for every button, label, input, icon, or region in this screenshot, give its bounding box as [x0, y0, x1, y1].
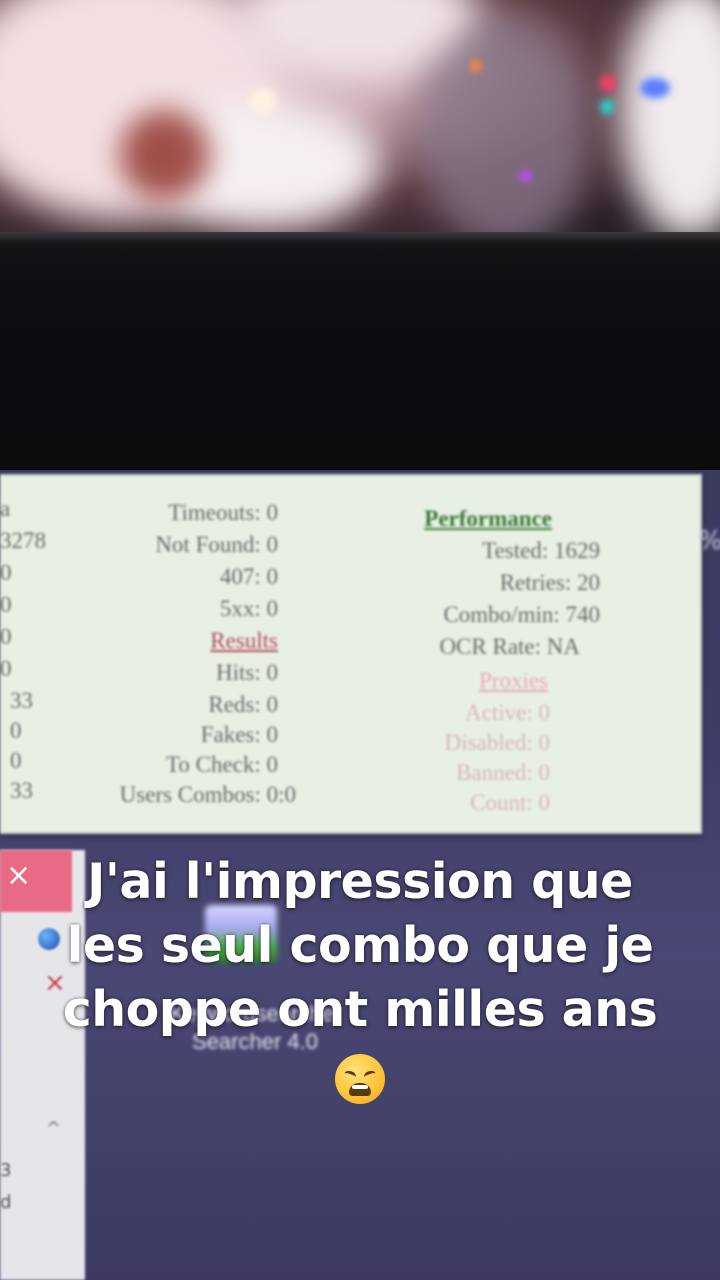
- caption-line: J'ai l'impression que: [87, 853, 633, 910]
- status-407-stat: 407: 0: [219, 564, 278, 589]
- left-value: 0: [10, 748, 22, 773]
- status-5xx-stat: 5xx: 0: [219, 596, 278, 621]
- left-value: 0: [0, 560, 12, 585]
- users-combos-stat: Users Combos: 0:0: [119, 782, 296, 807]
- left-value: 0: [0, 656, 12, 681]
- window-text-fragment: d: [0, 1192, 12, 1213]
- left-value: 3278: [0, 528, 46, 553]
- stats-panel: a 3278 0 0 0 0 33 0 0 33 Timeouts: 0 Not…: [0, 474, 702, 834]
- fakes-stat: Fakes: 0: [200, 722, 278, 747]
- left-value: 33: [10, 778, 33, 803]
- left-value: 33: [10, 688, 33, 713]
- proxies-heading: Proxies: [479, 668, 548, 693]
- reds-stat: Reds: 0: [208, 692, 278, 717]
- story-caption: J'ai l'impression que les seul combo que…: [20, 850, 700, 1106]
- caption-line: les seul combo que je: [66, 917, 654, 974]
- disabled-proxies-stat: Disabled: 0: [444, 730, 550, 755]
- chevron-up-icon[interactable]: ^: [46, 1118, 61, 1139]
- caption-line: choppe ont milles ans: [62, 981, 658, 1038]
- retries-stat: Retries: 20: [499, 570, 600, 595]
- hits-stat: Hits: 0: [216, 660, 278, 685]
- not-found-stat: Not Found: 0: [155, 532, 278, 557]
- to-check-stat: To Check: 0: [165, 752, 278, 777]
- tested-stat: Tested: 1629: [482, 538, 600, 563]
- combo-per-min-stat: Combo/min: 740: [443, 602, 600, 627]
- proxy-count-stat: Count: 0: [470, 790, 550, 815]
- ocr-rate-stat: OCR Rate: NA: [439, 634, 580, 659]
- banned-proxies-stat: Banned: 0: [456, 760, 550, 785]
- laptop-bezel: [0, 232, 720, 492]
- left-value: 0: [10, 718, 22, 743]
- edge-glyph: %: [698, 526, 720, 556]
- active-proxies-stat: Active: 0: [465, 700, 550, 725]
- left-value: 0: [0, 624, 12, 649]
- blurry-background-photo: [0, 0, 720, 245]
- timeouts-stat: Timeouts: 0: [168, 500, 278, 525]
- weary-face-emoji-icon: [335, 1053, 385, 1104]
- results-heading: Results: [210, 628, 278, 653]
- left-value: a: [0, 496, 11, 521]
- window-text-fragment: 3: [0, 1160, 12, 1181]
- left-value: 0: [0, 592, 12, 617]
- performance-heading: Performance: [424, 506, 552, 531]
